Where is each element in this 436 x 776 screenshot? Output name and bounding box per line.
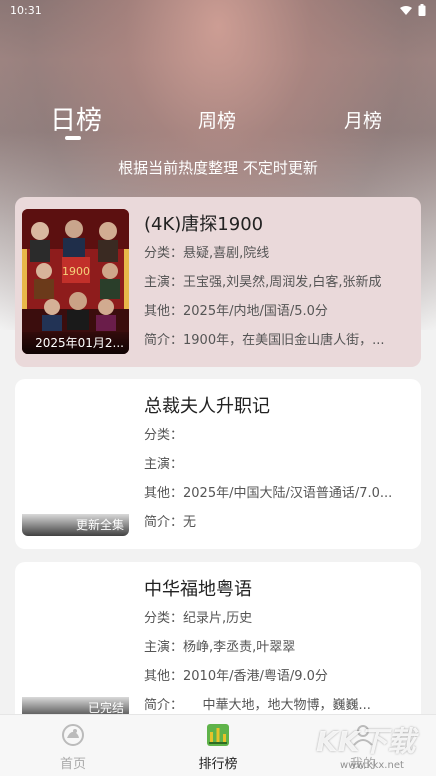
item-category: 分类：悬疑,喜剧,院线	[144, 246, 270, 261]
item-other: 其他：2010年/香港/粤语/9.0分	[144, 669, 328, 684]
list-item[interactable]: 已完结 中华福地粤语 分类：纪录片,历史 主演：杨峥,李丞责,叶翠翠 其他：20…	[15, 562, 421, 732]
bottom-navigation: 首页 排行榜 我的	[0, 714, 436, 776]
nav-home[interactable]: 首页	[28, 715, 118, 776]
nav-ranking[interactable]: 排行榜	[173, 715, 263, 776]
tab-daily[interactable]: 日榜	[50, 100, 102, 137]
poster-image: 已完结	[22, 574, 129, 719]
nav-home-label: 首页	[59, 757, 86, 772]
item-info: (4K)唐探1900 分类：悬疑,喜剧,院线 主演：王宝强,刘昊然,周润发,白客…	[144, 211, 414, 355]
item-cast: 主演：王宝强,刘昊然,周润发,白客,张新成	[144, 275, 382, 290]
ranking-icon	[207, 724, 229, 746]
list-item[interactable]: 1900 2025年01月2... (4K)唐探1900 分类：悬疑,喜剧,院线…	[15, 197, 421, 367]
nav-ranking-label: 排行榜	[198, 757, 238, 772]
status-icons	[400, 4, 426, 16]
item-info: 总裁夫人升职记 分类： 主演： 其他：2025年/中国大陆/汉语普通话/7.0.…	[144, 393, 414, 537]
item-other: 其他：2025年/中国大陆/汉语普通话/7.0...	[144, 486, 393, 501]
poster-image: 1900 2025年01月2...	[22, 209, 129, 354]
poster-image: 更新全集	[22, 391, 129, 536]
item-cast: 主演：杨峥,李丞责,叶翠翠	[144, 640, 296, 655]
battery-icon	[418, 4, 426, 16]
tab-monthly[interactable]: 月榜	[344, 106, 382, 133]
status-time: 10:31	[10, 3, 42, 17]
item-intro: 简介：1900年，在美国旧金山唐人街，...	[144, 333, 385, 348]
ranking-tabs: 日榜 周榜 月榜	[0, 98, 436, 142]
poster-caption: 2025年01月2...	[22, 332, 129, 354]
tab-weekly[interactable]: 周榜	[198, 106, 236, 133]
nav-profile-label: 我的	[349, 757, 376, 772]
item-info: 中华福地粤语 分类：纪录片,历史 主演：杨峥,李丞责,叶翠翠 其他：2010年/…	[144, 576, 414, 720]
status-bar: 10:31	[0, 0, 436, 20]
item-title: 总裁夫人升职记	[144, 396, 270, 417]
profile-icon	[353, 725, 373, 746]
list-item[interactable]: 更新全集 总裁夫人升职记 分类： 主演： 其他：2025年/中国大陆/汉语普通话…	[15, 379, 421, 549]
item-category: 分类：	[144, 428, 184, 443]
active-tab-indicator	[65, 136, 81, 140]
item-title: (4K)唐探1900	[144, 214, 264, 235]
nav-profile[interactable]: 我的	[318, 715, 408, 776]
item-title: 中华福地粤语	[144, 579, 252, 600]
poster-caption: 更新全集	[22, 514, 129, 536]
wifi-icon	[400, 5, 412, 15]
ranking-subtitle: 根据当前热度整理 不定时更新	[118, 159, 318, 177]
item-category: 分类：纪录片,历史	[144, 611, 253, 626]
item-cast: 主演：	[144, 457, 184, 472]
home-icon	[62, 724, 84, 746]
item-intro: 简介：无	[144, 515, 197, 530]
item-other: 其他：2025年/内地/国语/5.0分	[144, 304, 328, 319]
svg-text:1900: 1900	[62, 265, 90, 278]
